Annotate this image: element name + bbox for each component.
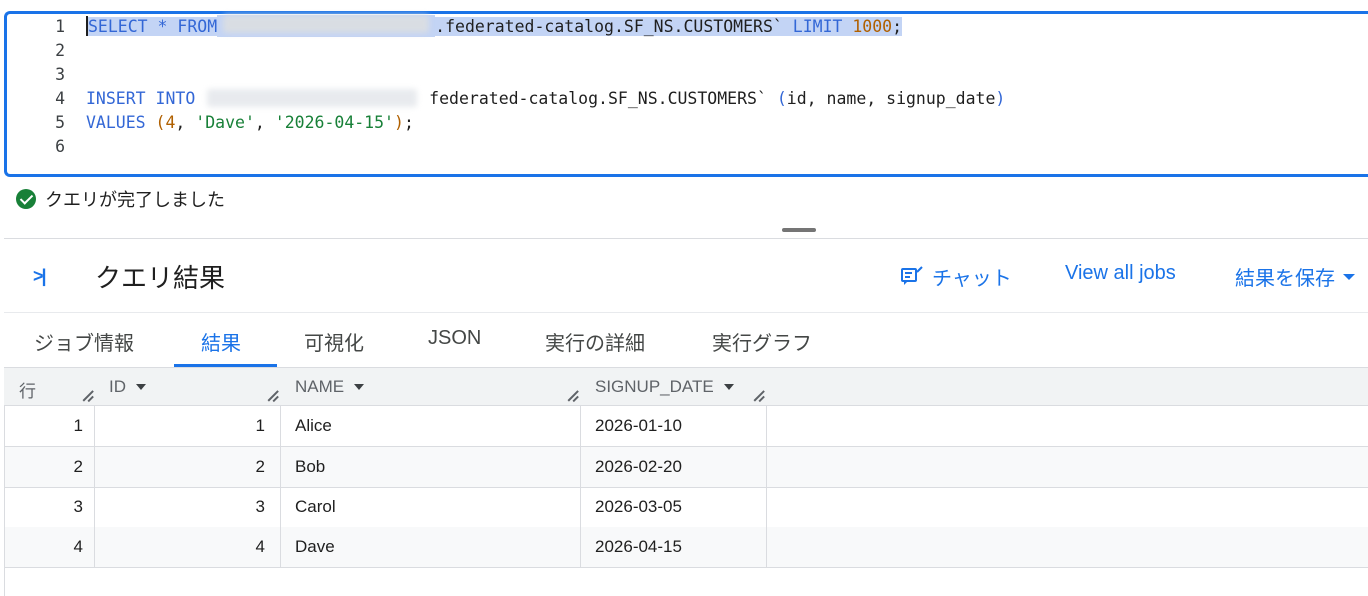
separator: , [175,112,196,132]
cell-row-number: 4 [73,537,83,556]
header-name-label: NAME [295,377,345,396]
table-row[interactable]: 4 4 Dave 2026-04-15 [4,527,1368,568]
line-number: 6 [55,136,65,156]
results-table-header: 行 ID NAME SIGNUP_DATE [4,367,1368,406]
table-name: federated-catalog.SF_NS.CUSTOMERS` [429,88,767,108]
line-number: 2 [55,40,65,60]
save-results-label: 結果を保存 [1235,268,1335,290]
keyword-limit: LIMIT [792,16,843,36]
sql-editor[interactable]: 1 SELECT * FROM .federated-catalog.SF_NS… [4,11,1368,177]
cell-id: 3 [255,497,265,516]
divider [4,238,1368,239]
view-all-jobs-label: View all jobs [1065,262,1176,284]
dropdown-arrow-icon [1343,273,1355,280]
table-row[interactable]: 1 1 Alice 2026-01-10 [4,406,1368,447]
header-signup-date-label: SIGNUP_DATE [595,377,714,396]
cell-signup-date: 2026-04-15 [595,537,682,556]
cell-row-number: 3 [73,497,83,516]
separator: , [254,112,275,132]
line-number: 1 [55,16,65,36]
view-all-jobs-button[interactable]: View all jobs [1065,262,1176,285]
cell-name: Dave [295,537,335,556]
results-tabs: ジョブ情報 結果 可視化 JSON 実行の詳細 実行グラフ [4,312,1368,368]
line-number: 3 [55,64,65,84]
chat-button[interactable]: チャット [900,262,1012,291]
results-title: クエリ結果 [95,263,226,293]
save-results-button[interactable]: 結果を保存 [1235,262,1355,291]
paren-close: ) [995,88,1006,108]
column-divider [766,406,767,568]
cell-id: 1 [255,416,265,435]
sort-menu-icon[interactable] [723,384,734,390]
chat-edit-icon [901,265,923,285]
paren-open: ( [155,112,166,132]
sort-menu-icon[interactable] [354,384,365,390]
column-resize-icon[interactable] [267,390,279,402]
keyword-select-from: SELECT * FROM [88,16,218,36]
tab-job-info[interactable]: ジョブ情報 [34,327,134,356]
cell-id: 4 [255,537,265,556]
cell-row-number: 1 [73,416,83,435]
line-number: 5 [55,112,65,132]
table-row[interactable]: 2 2 Bob 2026-02-20 [4,447,1368,488]
cell-signup-date: 2026-03-05 [595,497,682,516]
redacted-project-id [223,15,430,33]
column-resize-icon[interactable] [753,390,765,402]
column-divider [580,406,581,568]
tab-execution-graph[interactable]: 実行グラフ [712,327,812,356]
chat-label: チャット [932,268,1012,290]
keyword-insert-into: INSERT INTO [86,88,196,108]
column-resize-icon[interactable] [567,390,579,402]
table-name: .federated-catalog.SF_NS.CUSTOMERS` [435,16,783,36]
tab-execution-details[interactable]: 実行の詳細 [545,327,645,356]
tab-results[interactable]: 結果 [201,327,241,356]
header-id[interactable]: ID [109,377,146,397]
sort-menu-icon[interactable] [136,384,146,390]
header-row-number: 行 [19,382,36,401]
keyword-values: VALUES [86,112,146,132]
cell-signup-date: 2026-02-20 [595,457,682,476]
column-divider [94,406,95,568]
cell-signup-date: 2026-01-10 [595,416,682,435]
limit-value: 1000 [852,16,893,36]
table-left-border [4,406,5,596]
value-string-name: 'Dave' [195,112,255,132]
redacted-project-id [207,89,418,107]
column-list: id, name, signup_date [786,88,996,108]
cell-row-number: 2 [73,457,83,476]
header-name[interactable]: NAME [295,377,365,397]
resize-handle[interactable] [782,228,816,232]
value-number: 4 [165,112,176,132]
cell-id: 2 [255,457,265,476]
header-signup-date[interactable]: SIGNUP_DATE [595,377,734,397]
header-id-label: ID [109,377,126,396]
tab-visualization[interactable]: 可視化 [304,327,364,356]
cell-name: Alice [295,416,332,435]
tab-json[interactable]: JSON [428,327,481,350]
column-divider [280,406,281,568]
value-string-date: '2026-04-15' [274,112,394,132]
cell-name: Bob [295,457,326,476]
line-number: 4 [55,88,65,108]
check-circle-icon [16,189,36,209]
expand-panel-icon[interactable]: >| [33,266,46,287]
paren-open: ( [776,88,787,108]
column-resize-icon[interactable] [82,390,94,402]
table-row[interactable]: 3 3 Carol 2026-03-05 [4,487,1368,528]
cell-name: Carol [295,497,336,516]
query-status: クエリが完了しました [16,186,225,212]
paren-close: ) [394,112,404,132]
status-text: クエリが完了しました [45,190,225,210]
statement-end: ; [892,16,903,36]
statement-end: ; [403,112,414,132]
